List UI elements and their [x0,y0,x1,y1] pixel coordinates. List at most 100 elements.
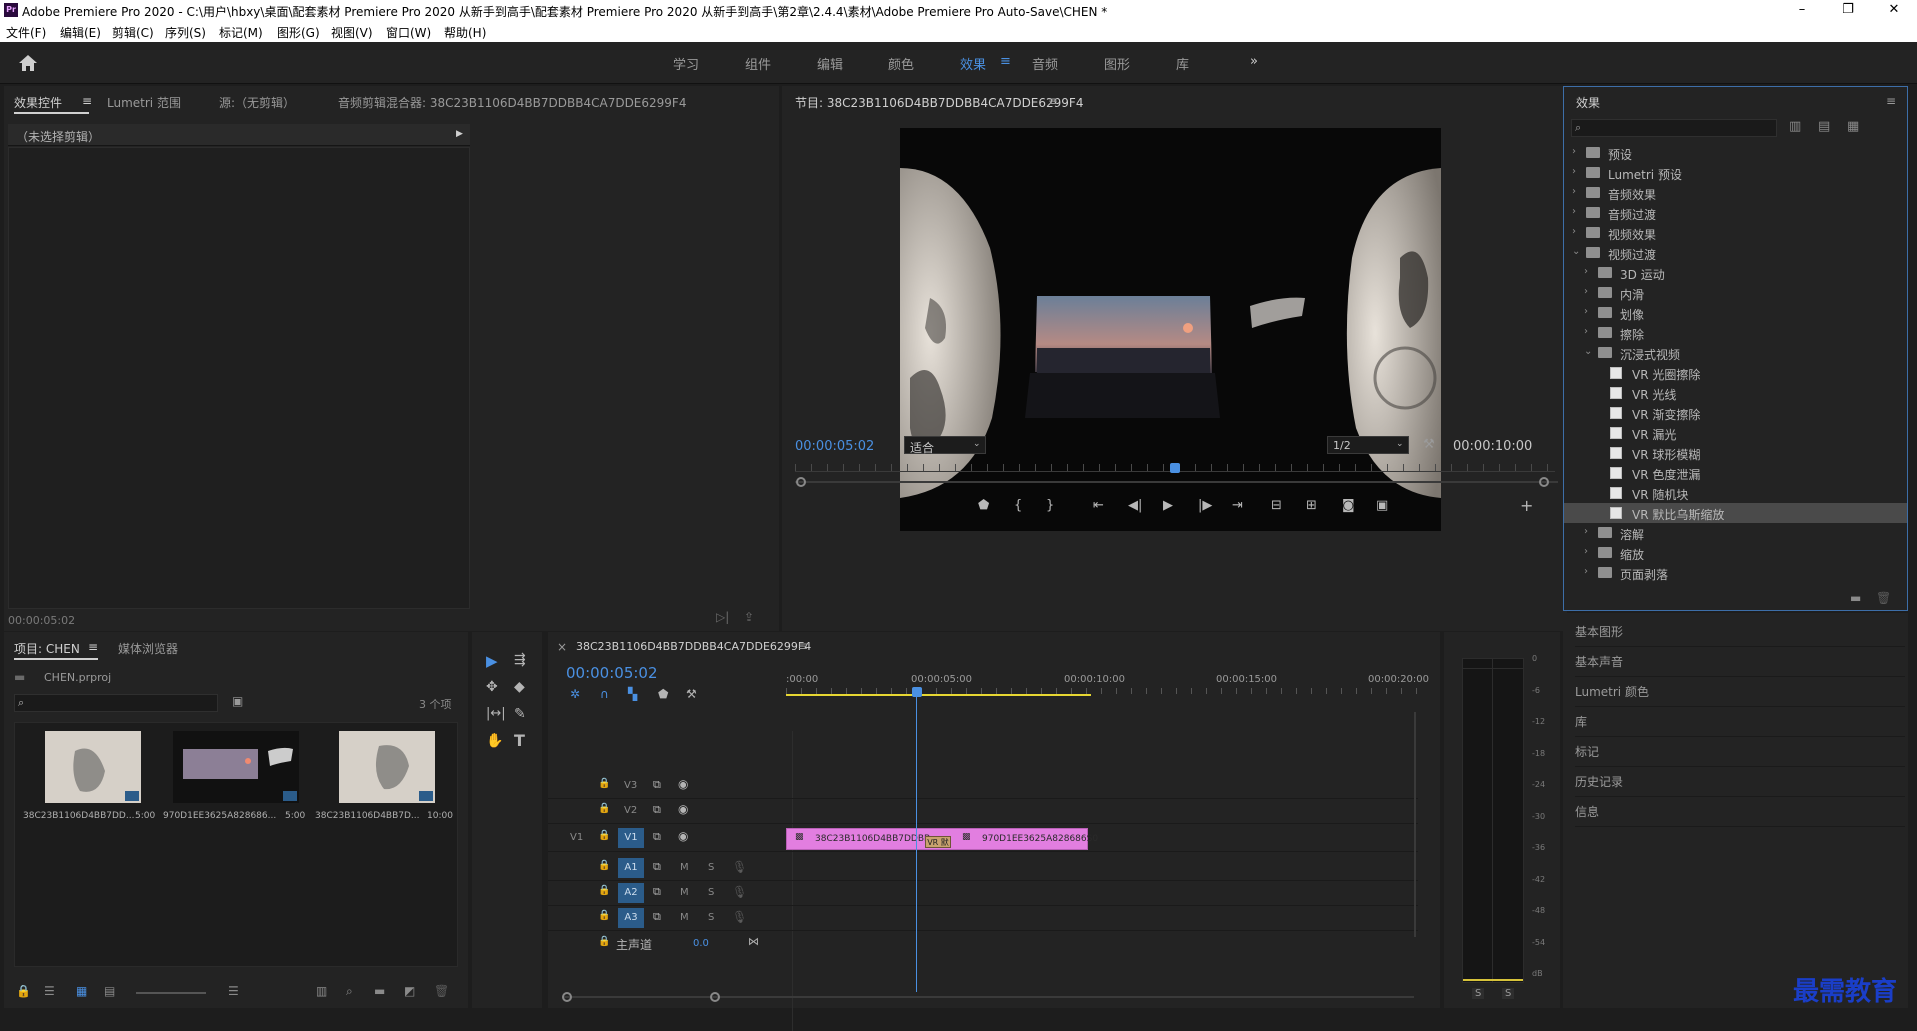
effects-item[interactable]: VR 光圈擦除 [1564,363,1907,383]
effects-folder[interactable]: › 溶解 [1564,523,1907,543]
panel-lumetri-color[interactable]: Lumetri 颜色 [1575,677,1905,707]
panel-info[interactable]: 信息 [1575,797,1905,827]
scroll-handle-right[interactable] [710,992,720,1002]
lock-icon[interactable]: 🔒 [16,984,31,998]
timeline-menu-icon[interactable]: ≡ [798,639,808,653]
effects-folder[interactable]: › 缩放 [1564,543,1907,563]
chevron-right-icon[interactable]: › [1584,266,1588,277]
nest-toggle-icon[interactable]: ✲ [570,687,580,701]
camera-icon[interactable]: ◙ [1342,498,1355,513]
go-to-out-icon[interactable]: ⇥ [1232,498,1243,513]
home-icon[interactable] [18,54,38,72]
list-view-icon[interactable]: ☰ [44,984,55,998]
effects-folder[interactable]: › 视频效果 [1564,223,1907,243]
go-to-in-icon[interactable]: ⇤ [1093,498,1104,513]
workspace-tab-graphics[interactable]: 图形 [1104,54,1130,73]
workspace-tab-audio[interactable]: 音频 [1032,54,1058,73]
fit-dropdown[interactable]: 适合 ⌄ [904,436,986,455]
solo-button[interactable]: S [708,862,714,873]
chevron-down-icon[interactable]: ⌄ [1584,346,1592,357]
program-zoom-bar[interactable] [795,481,1558,483]
lock-icon[interactable]: 🔒 [598,860,610,871]
workspace-tab-learn[interactable]: 学习 [673,54,699,73]
step-forward-icon[interactable]: |▶ [1198,498,1212,513]
panel-essential-graphics[interactable]: 基本图形 [1575,617,1905,647]
tab-source[interactable]: 源:（无剪辑） [219,94,295,111]
type-tool-icon[interactable]: T [514,731,525,750]
zoom-handle-right[interactable] [1539,477,1549,487]
workspace-tab-assembly[interactable]: 组件 [745,54,771,73]
tab-lumetri-scopes[interactable]: Lumetri 范围 [107,94,181,111]
effects-folder[interactable]: › 音频效果 [1564,183,1907,203]
program-timecode[interactable]: 00:00:05:02 [795,439,874,454]
sync-lock-icon[interactable]: ⧉ [653,803,661,817]
razor-tool-icon[interactable]: ◆ [514,679,525,695]
sync-lock-icon[interactable]: ⧉ [653,910,661,924]
solo-button[interactable]: S [708,912,714,923]
thumbnail-sequence[interactable] [339,731,435,803]
timeline-timecode[interactable]: 00:00:05:02 [566,664,658,682]
effects-search-input[interactable]: ⌕ [1571,119,1777,137]
effects-folder[interactable]: › 音频过渡 [1564,203,1907,223]
step-back-icon[interactable]: ◀| [1128,498,1142,513]
timeline-settings-icon[interactable]: ⚒ [686,687,697,701]
ripple-edit-tool-icon[interactable]: ✥ [486,679,498,695]
effects-menu-icon[interactable]: ≡ [1886,94,1896,108]
chevron-right-icon[interactable]: › [1584,286,1588,297]
microphone-icon[interactable]: 🎙 [732,860,747,874]
close-button[interactable]: ✕ [1871,1,1917,19]
effects-item[interactable]: VR 光线 [1564,383,1907,403]
timeline-title[interactable]: 38C23B1106D4BB7DDBB4CA7DDE6299F4 [576,640,811,653]
menu-graphics[interactable]: 图形(G) [277,24,320,41]
track-target-a3[interactable]: A3 [618,908,644,928]
effects-item[interactable]: VR 色度泄漏 [1564,463,1907,483]
program-menu-icon[interactable]: ≡ [1048,94,1058,108]
export-icon[interactable]: ⇪ [744,610,754,624]
panel-libraries[interactable]: 库 [1575,707,1905,737]
vr-transition[interactable]: VR 默 [925,836,951,848]
add-button-icon[interactable]: + [1520,496,1533,515]
find-bin-icon[interactable]: ▣ [232,694,243,708]
lift-icon[interactable]: ⊟ [1271,498,1282,513]
chevron-right-icon[interactable]: › [1572,206,1576,217]
minimize-button[interactable]: – [1779,1,1825,19]
lock-icon[interactable]: 🔒 [598,885,610,896]
work-area-bar[interactable] [786,694,1091,696]
panel-history[interactable]: 历史记录 [1575,767,1905,797]
32bit-effects-icon[interactable]: ▤ [1818,119,1830,134]
hand-tool-icon[interactable]: ✋ [486,733,503,749]
eye-icon[interactable]: ◉ [678,802,688,816]
slip-tool-icon[interactable]: |↔| [486,706,506,721]
tab-menu-icon[interactable]: ≡ [82,94,92,108]
mute-button[interactable]: M [680,912,689,923]
tab-media-browser[interactable]: 媒体浏览器 [118,640,178,657]
export-frame-icon[interactable]: ▷| [716,610,729,624]
chevron-right-icon[interactable]: › [1572,226,1576,237]
track-target-v1[interactable]: V1 [618,828,644,848]
delete-icon[interactable]: 🗑 [1876,591,1891,605]
resolution-dropdown[interactable]: 1/2 ⌄ [1327,436,1409,454]
snap-icon[interactable]: ∩ [600,687,609,701]
chevron-right-icon[interactable]: › [1584,306,1588,317]
sync-lock-icon[interactable]: ⧉ [653,778,661,792]
sort-icon[interactable]: ☰ [228,984,239,998]
linked-selection-icon[interactable]: ▚ [628,687,637,701]
sync-lock-icon[interactable]: ⧉ [653,885,661,899]
menu-clip[interactable]: 剪辑(C) [112,24,154,41]
effects-item[interactable]: VR 漏光 [1564,423,1907,443]
effects-folder[interactable]: › 内滑 [1564,283,1907,303]
tab-project[interactable]: 项目: CHEN [14,640,80,657]
thumbnail-clip-1[interactable] [45,731,141,803]
track-target-a2[interactable]: A2 [618,883,644,903]
master-volume-value[interactable]: 0.0 [693,938,709,949]
eye-icon[interactable]: ◉ [678,829,688,843]
chevron-right-icon[interactable]: › [1584,326,1588,337]
pen-tool-icon[interactable]: ✎ [514,706,526,722]
thumbnail-clip-2[interactable] [173,731,299,803]
add-marker-icon[interactable]: ⬟ [658,687,668,701]
timeline-ruler[interactable]: :00:00 00:00:05:00 00:00:10:00 00:00:15:… [786,670,1429,696]
menu-window[interactable]: 窗口(W) [386,24,431,41]
panel-essential-sound[interactable]: 基本声音 [1575,647,1905,677]
effects-folder[interactable]: › 擦除 [1564,323,1907,343]
menu-edit[interactable]: 编辑(E) [60,24,101,41]
